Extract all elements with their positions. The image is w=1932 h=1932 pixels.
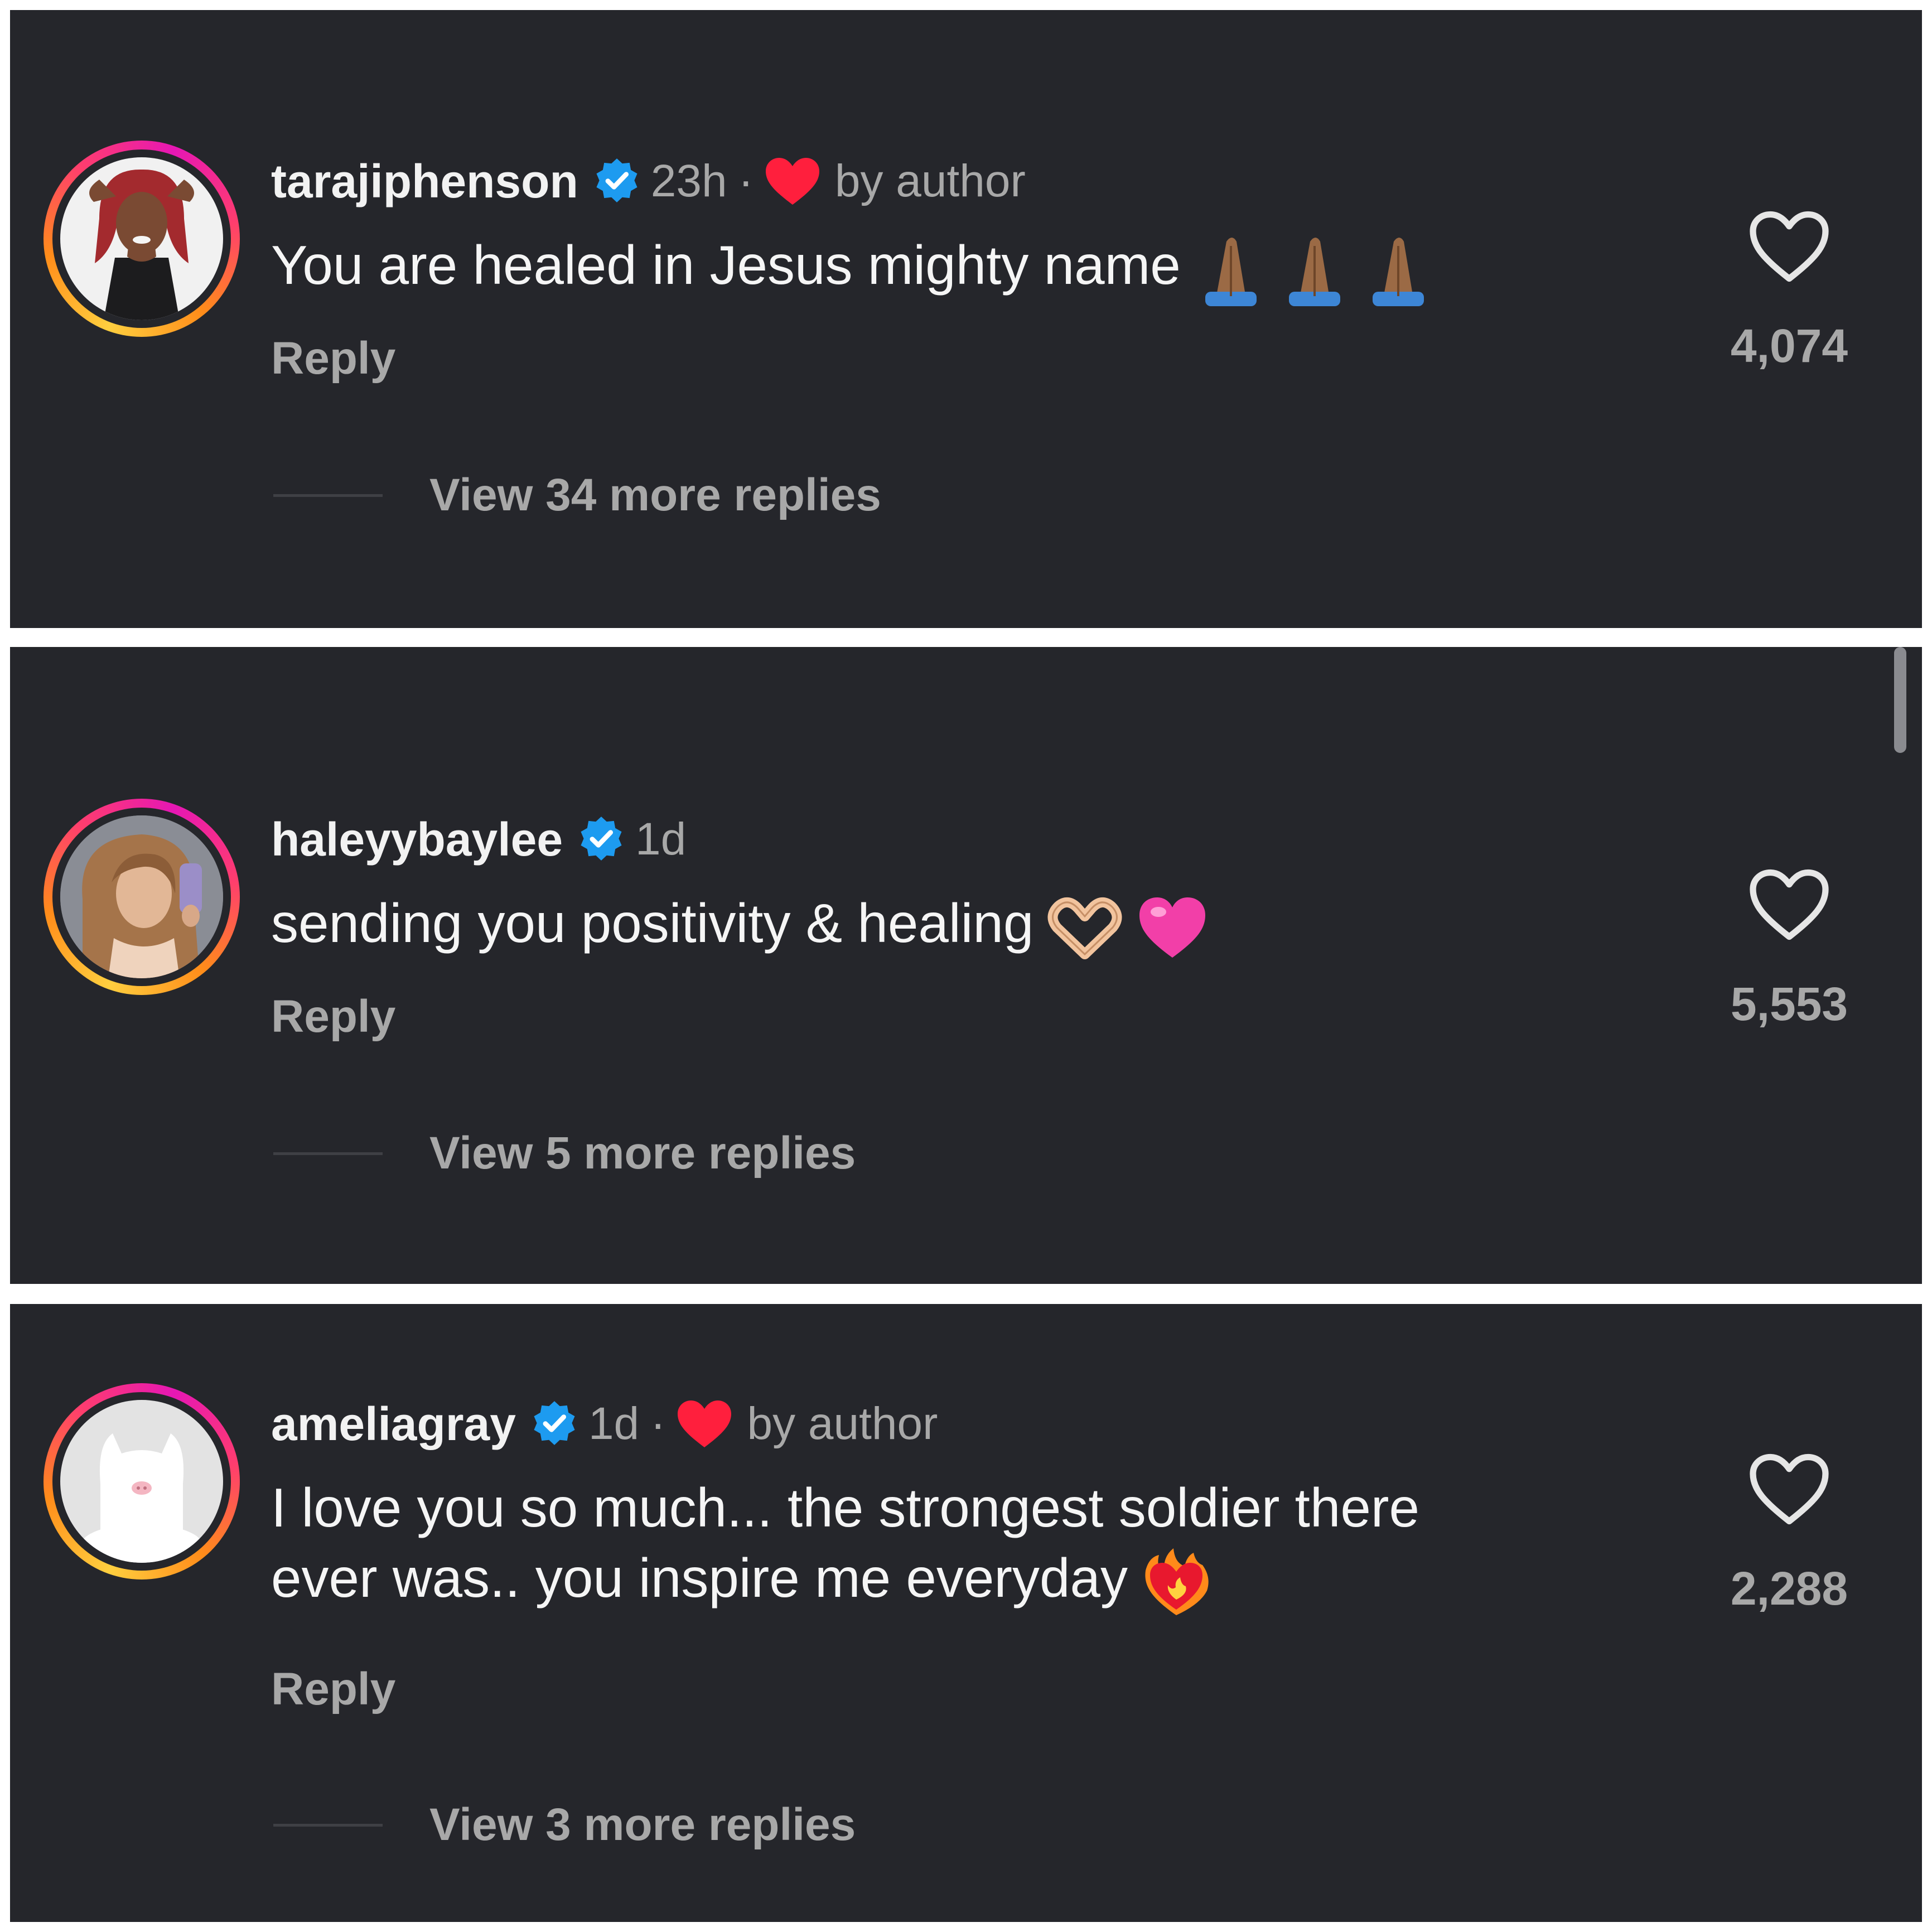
username[interactable]: tarajiphenson — [271, 154, 578, 209]
author-like-heart-icon — [764, 156, 822, 207]
folded-hands-emoji-icon — [1193, 230, 1438, 308]
replies-divider-line — [273, 1823, 383, 1827]
comment-time: 1d — [588, 1398, 640, 1449]
by-author-label: by author — [834, 156, 1026, 206]
view-replies-row[interactable]: View 34 more replies — [273, 467, 881, 523]
like-heart-icon[interactable] — [1747, 1451, 1831, 1527]
verified-badge-icon — [530, 1400, 578, 1448]
like-heart-icon[interactable] — [1747, 867, 1831, 943]
comment-header: haleyybaylee 1d — [271, 809, 686, 870]
heart-hands-emoji-icon — [1046, 894, 1124, 961]
like-column: 4,074 — [1694, 209, 1884, 373]
reply-button[interactable]: Reply — [271, 1663, 395, 1716]
separator-dot: · — [650, 1398, 666, 1449]
like-count: 4,074 — [1730, 320, 1848, 372]
reply-button[interactable]: Reply — [271, 991, 395, 1043]
avatar[interactable] — [44, 1383, 240, 1580]
like-count: 5,553 — [1730, 978, 1848, 1030]
author-like-heart-icon — [675, 1398, 733, 1450]
comment-body: I love you so much... the strongest sold… — [271, 1477, 1420, 1609]
like-column: 5,553 — [1694, 867, 1884, 1031]
avatar-photo — [60, 157, 223, 320]
like-column: 2,288 — [1694, 1451, 1884, 1616]
by-author-label: by author — [747, 1398, 938, 1449]
view-more-replies-button[interactable]: View 3 more replies — [429, 1799, 856, 1851]
separator-dot: · — [738, 156, 754, 206]
comment-text: I love you so much... the strongest sold… — [271, 1472, 1665, 1619]
comment-body: You are healed in Jesus mighty name — [271, 234, 1181, 296]
view-more-replies-button[interactable]: View 5 more replies — [429, 1127, 856, 1180]
username[interactable]: haleyybaylee — [271, 813, 563, 867]
comment-time: 23h — [650, 156, 727, 206]
replies-divider-line — [273, 494, 383, 497]
heart-on-fire-emoji-icon — [1140, 1546, 1213, 1619]
comment-time: 1d — [635, 814, 687, 864]
comment-card: haleyybaylee 1d sending you positivity &… — [10, 647, 1922, 1284]
verified-badge-icon — [577, 815, 625, 863]
clipped-replies-text — [434, 647, 447, 666]
comment-text: You are healed in Jesus mighty name — [271, 230, 1665, 308]
like-count: 2,288 — [1730, 1562, 1848, 1615]
view-replies-row[interactable]: View 3 more replies — [273, 1797, 856, 1853]
avatar-photo — [60, 1400, 223, 1563]
username[interactable]: ameliagray — [271, 1397, 516, 1451]
comment-body: sending you positivity & healing — [271, 892, 1034, 954]
avatar[interactable] — [44, 799, 240, 995]
like-heart-icon[interactable] — [1747, 209, 1831, 284]
pink-heart-emoji-icon — [1136, 894, 1209, 961]
comment-header: ameliagray 1d · by author — [271, 1393, 938, 1455]
comment-text: sending you positivity & healing — [271, 888, 1665, 961]
verified-badge-icon — [593, 157, 641, 205]
view-more-replies-button[interactable]: View 34 more replies — [429, 469, 881, 521]
comment-card: tarajiphenson 23h · by author You are he… — [10, 10, 1922, 628]
view-replies-row[interactable]: View 5 more replies — [273, 1126, 856, 1181]
avatar[interactable] — [44, 141, 240, 337]
comment-card: ameliagray 1d · by author I love you so … — [10, 1304, 1922, 1922]
replies-divider-line — [273, 1152, 383, 1155]
scrollbar[interactable] — [1894, 647, 1906, 753]
comment-header: tarajiphenson 23h · by author — [271, 151, 1026, 212]
avatar-photo — [60, 815, 223, 978]
reply-button[interactable]: Reply — [271, 332, 395, 385]
